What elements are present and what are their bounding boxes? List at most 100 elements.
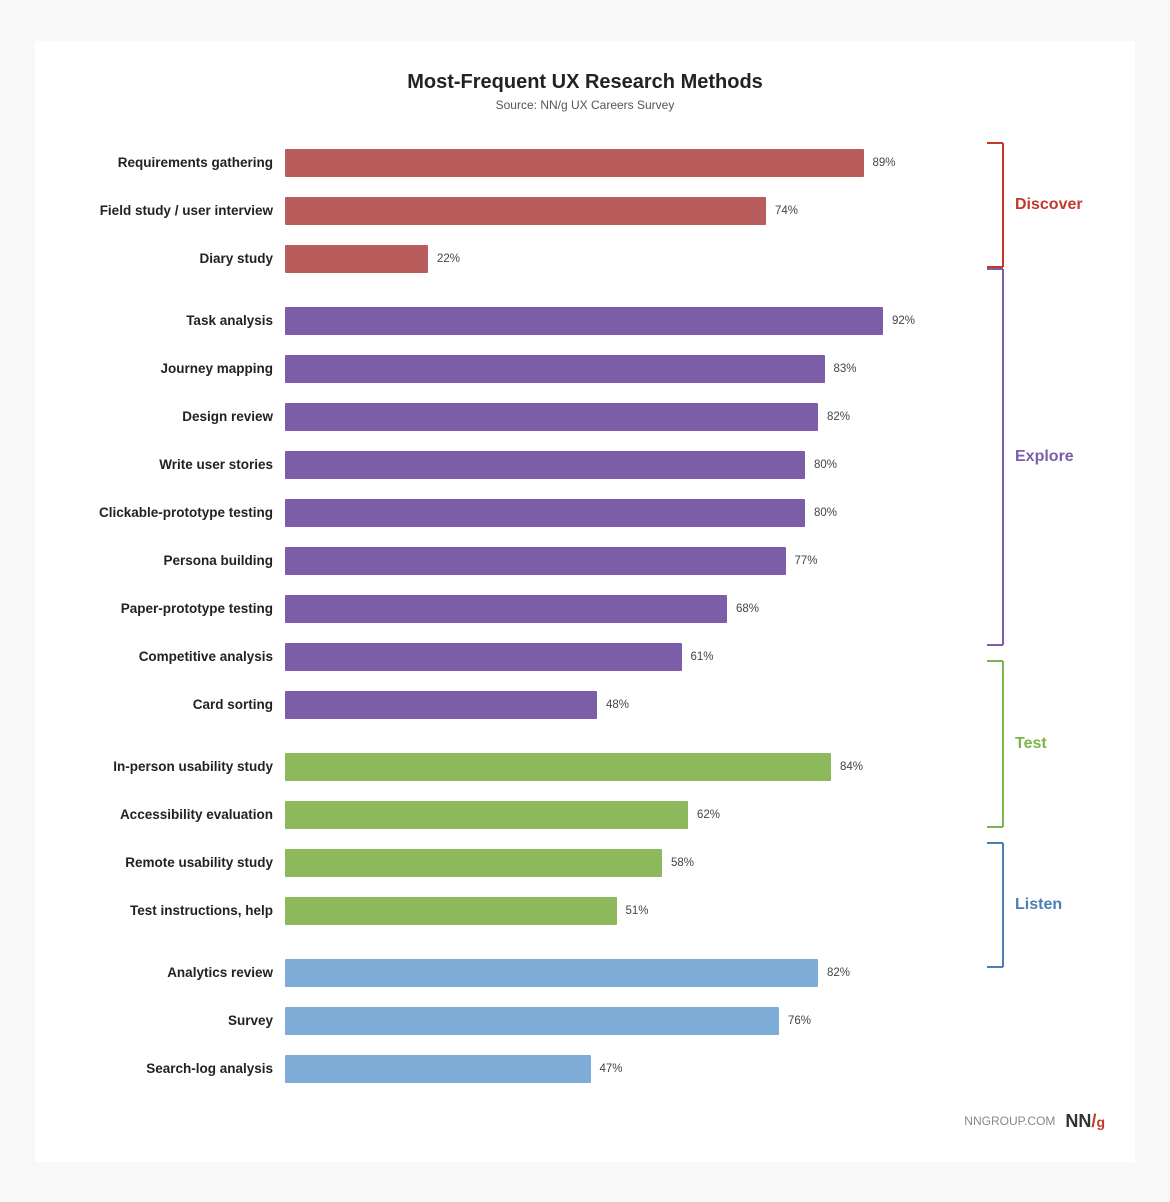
bar-wrapper: 82%: [285, 403, 945, 431]
bar-label: Task analysis: [55, 313, 285, 328]
bar-fill: 80%: [285, 451, 805, 479]
bracket-group-explore: Explore: [985, 268, 1115, 646]
bar-row: Remote usability study58%: [55, 842, 945, 884]
bars-section: Requirements gathering89% Field study / u…: [55, 142, 945, 1096]
bar-row: Field study / user interview74%: [55, 190, 945, 232]
bar-percentage: 80%: [814, 507, 837, 519]
bar-wrapper: 76%: [285, 1007, 945, 1035]
bar-row: Write user stories80%: [55, 444, 945, 486]
bar-percentage: 51%: [625, 905, 648, 917]
bracket-svg-discover: [985, 142, 1007, 268]
bar-percentage: 61%: [690, 651, 713, 663]
bar-label: Test instructions, help: [55, 903, 285, 918]
bar-label: Write user stories: [55, 457, 285, 472]
bar-fill: 80%: [285, 499, 805, 527]
bar-percentage: 92%: [892, 315, 915, 327]
bar-wrapper: 47%: [285, 1055, 945, 1083]
bracket-svg-explore: [985, 268, 1007, 646]
bar-row: Survey76%: [55, 1000, 945, 1042]
bar-fill: 74%: [285, 197, 766, 225]
bar-fill: 92%: [285, 307, 883, 335]
bar-percentage: 80%: [814, 459, 837, 471]
bar-wrapper: 51%: [285, 897, 945, 925]
chart-body: Requirements gathering89% Field study / u…: [55, 142, 1115, 1096]
bar-wrapper: 80%: [285, 451, 945, 479]
bar-fill: 89%: [285, 149, 864, 177]
group-spacer: [55, 938, 945, 952]
bar-fill: 47%: [285, 1055, 591, 1083]
bar-label: Paper-prototype testing: [55, 601, 285, 616]
bar-wrapper: 83%: [285, 355, 945, 383]
bar-fill: 77%: [285, 547, 786, 575]
bar-row: Design review82%: [55, 396, 945, 438]
bar-percentage: 82%: [827, 967, 850, 979]
bar-fill: 22%: [285, 245, 428, 273]
bar-label: Requirements gathering: [55, 155, 285, 170]
bar-wrapper: 92%: [285, 307, 945, 335]
bracket-label-explore: Explore: [1015, 448, 1074, 466]
bar-wrapper: 80%: [285, 499, 945, 527]
chart-container: Most-Frequent UX Research Methods Source…: [35, 41, 1135, 1162]
bar-fill: 48%: [285, 691, 597, 719]
bar-label: Diary study: [55, 251, 285, 266]
bar-row: Persona building77%: [55, 540, 945, 582]
bracket-group-test: Test: [985, 660, 1115, 828]
bar-label: Persona building: [55, 553, 285, 568]
chart-subtitle: Source: NN/g UX Careers Survey: [55, 98, 1115, 112]
bar-label: Card sorting: [55, 697, 285, 712]
bar-row: Card sorting48%: [55, 684, 945, 726]
bar-wrapper: 22%: [285, 245, 945, 273]
bar-row: Test instructions, help51%: [55, 890, 945, 932]
bracket-label-discover: Discover: [1015, 196, 1083, 214]
group-spacer: [55, 286, 945, 300]
footer-source: NNGROUP.COM: [964, 1114, 1055, 1128]
bar-wrapper: 68%: [285, 595, 945, 623]
bar-fill: 82%: [285, 403, 818, 431]
bar-wrapper: 61%: [285, 643, 945, 671]
bar-fill: 51%: [285, 897, 617, 925]
brackets-area: Discover Explore Test Listen: [985, 142, 1115, 982]
bar-percentage: 68%: [736, 603, 759, 615]
bracket-svg-listen: [985, 842, 1007, 968]
bar-fill: 62%: [285, 801, 688, 829]
bar-percentage: 84%: [840, 761, 863, 773]
bar-fill: 84%: [285, 753, 831, 781]
bar-fill: 58%: [285, 849, 662, 877]
bar-wrapper: 84%: [285, 753, 945, 781]
bar-percentage: 62%: [697, 809, 720, 821]
bar-row: Requirements gathering89%: [55, 142, 945, 184]
bar-row: Analytics review82%: [55, 952, 945, 994]
bar-row: Search-log analysis47%: [55, 1048, 945, 1090]
bar-row: Task analysis92%: [55, 300, 945, 342]
bar-wrapper: 48%: [285, 691, 945, 719]
bar-wrapper: 58%: [285, 849, 945, 877]
bar-fill: 83%: [285, 355, 825, 383]
bar-wrapper: 62%: [285, 801, 945, 829]
bar-label: In-person usability study: [55, 759, 285, 774]
bar-label: Journey mapping: [55, 361, 285, 376]
bar-percentage: 48%: [606, 699, 629, 711]
bar-fill: 68%: [285, 595, 727, 623]
bracket-group-listen: Listen: [985, 842, 1115, 968]
bar-label: Accessibility evaluation: [55, 807, 285, 822]
bar-percentage: 77%: [794, 555, 817, 567]
bar-row: Accessibility evaluation62%: [55, 794, 945, 836]
footer-logo-nn: NN: [1065, 1111, 1091, 1131]
bar-percentage: 47%: [599, 1063, 622, 1075]
group-spacer: [55, 732, 945, 746]
bracket-label-test: Test: [1015, 735, 1047, 753]
chart-title: Most-Frequent UX Research Methods: [55, 71, 1115, 94]
bracket-label-listen: Listen: [1015, 896, 1062, 914]
bar-percentage: 74%: [775, 205, 798, 217]
bar-row: Clickable-prototype testing80%: [55, 492, 945, 534]
bar-percentage: 82%: [827, 411, 850, 423]
bar-wrapper: 89%: [285, 149, 945, 177]
bar-row: In-person usability study84%: [55, 746, 945, 788]
bar-fill: 82%: [285, 959, 818, 987]
bar-fill: 76%: [285, 1007, 779, 1035]
footer-logo-g: g: [1096, 1114, 1105, 1130]
footer-logo: NN/g: [1065, 1111, 1105, 1132]
bar-percentage: 58%: [671, 857, 694, 869]
bar-percentage: 83%: [833, 363, 856, 375]
bar-percentage: 76%: [788, 1015, 811, 1027]
